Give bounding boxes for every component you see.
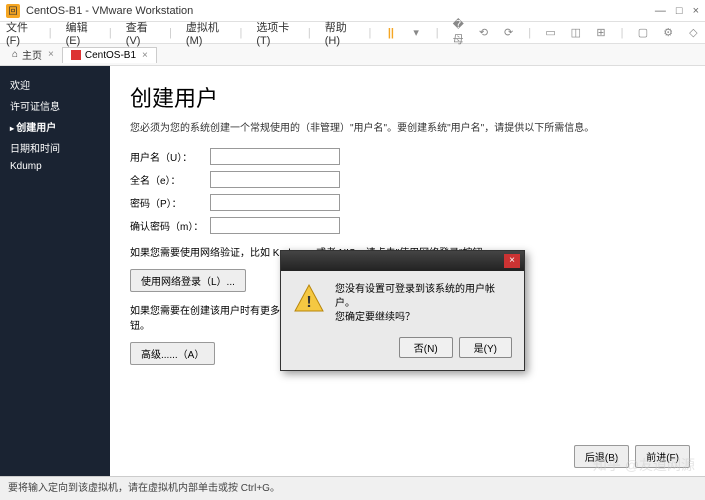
row-fullname: 全名（e）： — [130, 171, 685, 188]
home-icon: ⌂ — [12, 49, 18, 60]
dialog-buttons: 否(N) 是(Y) — [281, 337, 524, 370]
window-controls: — □ × — [655, 5, 699, 17]
menu-file[interactable]: 文件(F) — [6, 19, 35, 47]
tab-vm[interactable]: CentOS-B1 × — [62, 47, 157, 63]
page-description: 您必须为您的系统创建一个常规使用的（非管理）"用户名"。要创建系统"用户名"，请… — [130, 121, 685, 136]
menu-edit[interactable]: 编辑(E) — [66, 19, 95, 47]
page-title: 创建用户 — [130, 81, 685, 113]
label-password: 密码（P）： — [130, 195, 210, 210]
back-button[interactable]: 后退(B) — [574, 445, 629, 468]
vm-icon — [71, 50, 81, 60]
input-password[interactable] — [210, 194, 340, 211]
sidebar-item-welcome[interactable]: 欢迎 — [0, 74, 110, 95]
dropdown-icon[interactable]: ▾ — [411, 26, 422, 40]
menu-tabs[interactable]: 选项卡(T) — [256, 19, 294, 47]
fullscreen-icon[interactable]: ▭ — [545, 26, 556, 40]
dialog-body: ! 您没有设置可登录到该系统的用户帐户。 您确定要继续吗？ — [281, 271, 524, 337]
input-username[interactable] — [210, 148, 340, 165]
tab-vm-label: CentOS-B1 — [85, 50, 136, 61]
maximize-button[interactable]: □ — [676, 5, 683, 17]
snapshot-icon[interactable]: �母 — [453, 26, 464, 40]
menu-vm[interactable]: 虚拟机(M) — [186, 19, 226, 47]
menu-bar: 文件(F) | 编辑(E) | 查看(V) | 虚拟机(M) | 选项卡(T) … — [0, 22, 705, 44]
tools-icon[interactable]: ⚙ — [663, 26, 674, 40]
input-fullname[interactable] — [210, 171, 340, 188]
devices-icon[interactable]: ◇ — [688, 26, 699, 40]
status-text: 要将输入定向到该虚拟机，请在虚拟机内部单击或按 Ctrl+G。 — [8, 479, 280, 494]
confirm-dialog: × ! 您没有设置可登录到该系统的用户帐户。 您确定要继续吗？ 否(N) 是(Y… — [280, 250, 525, 371]
unity-icon[interactable]: ◫ — [570, 26, 581, 40]
status-bar: 要将输入定向到该虚拟机，请在虚拟机内部单击或按 Ctrl+G。 — [0, 476, 705, 496]
tab-home[interactable]: ⌂ 主页 × — [4, 45, 62, 64]
dialog-no-button[interactable]: 否(N) — [399, 337, 453, 358]
close-button[interactable]: × — [693, 5, 699, 17]
forward-button[interactable]: 前进(F) — [635, 445, 690, 468]
dialog-message: 您没有设置可登录到该系统的用户帐户。 您确定要继续吗？ — [335, 283, 512, 325]
input-confirm[interactable] — [210, 217, 340, 234]
sidebar-item-datetime[interactable]: 日期和时间 — [0, 137, 110, 158]
tab-home-close-icon[interactable]: × — [48, 49, 54, 60]
label-fullname: 全名（e）： — [130, 172, 210, 187]
tab-vm-close-icon[interactable]: × — [142, 50, 148, 61]
tab-bar: ⌂ 主页 × CentOS-B1 × — [0, 44, 705, 66]
minimize-button[interactable]: — — [655, 5, 666, 17]
tab-home-label: 主页 — [22, 47, 42, 62]
sidebar-item-license[interactable]: 许可证信息 — [0, 95, 110, 116]
menu-help[interactable]: 帮助(H) — [325, 19, 355, 47]
warning-icon: ! — [293, 283, 325, 315]
vmware-logo-icon: 回 — [6, 4, 20, 18]
dialog-titlebar: × — [281, 251, 524, 271]
snapshot-manage-icon[interactable]: ⟲ — [478, 26, 489, 40]
label-confirm: 确认密码（m）： — [130, 218, 210, 233]
svg-text:!: ! — [306, 294, 311, 311]
sidebar-item-create-user[interactable]: 创建用户 — [0, 116, 110, 137]
window-title: CentOS-B1 - VMware Workstation — [26, 5, 655, 17]
sidebar-item-kdump[interactable]: Kdump — [0, 158, 110, 175]
stretch-icon[interactable]: ▢ — [637, 26, 648, 40]
dialog-yes-button[interactable]: 是(Y) — [459, 337, 512, 358]
network-login-button[interactable]: 使用网络登录（L）... — [130, 269, 246, 292]
advanced-button[interactable]: 高级......（A） — [130, 342, 215, 365]
pause-icon[interactable]: || — [385, 26, 396, 40]
wizard-footer: 后退(B) 前进(F) — [574, 445, 690, 468]
row-username: 用户名（U）： — [130, 148, 685, 165]
setup-sidebar: 欢迎 许可证信息 创建用户 日期和时间 Kdump — [0, 66, 110, 476]
menu-view[interactable]: 查看(V) — [126, 19, 155, 47]
dialog-close-icon[interactable]: × — [504, 254, 520, 268]
label-username: 用户名（U）： — [130, 149, 210, 164]
row-password: 密码（P）： — [130, 194, 685, 211]
snapshot-revert-icon[interactable]: ⟳ — [503, 26, 514, 40]
library-icon[interactable]: ⊞ — [595, 26, 606, 40]
row-confirm: 确认密码（m）： — [130, 217, 685, 234]
